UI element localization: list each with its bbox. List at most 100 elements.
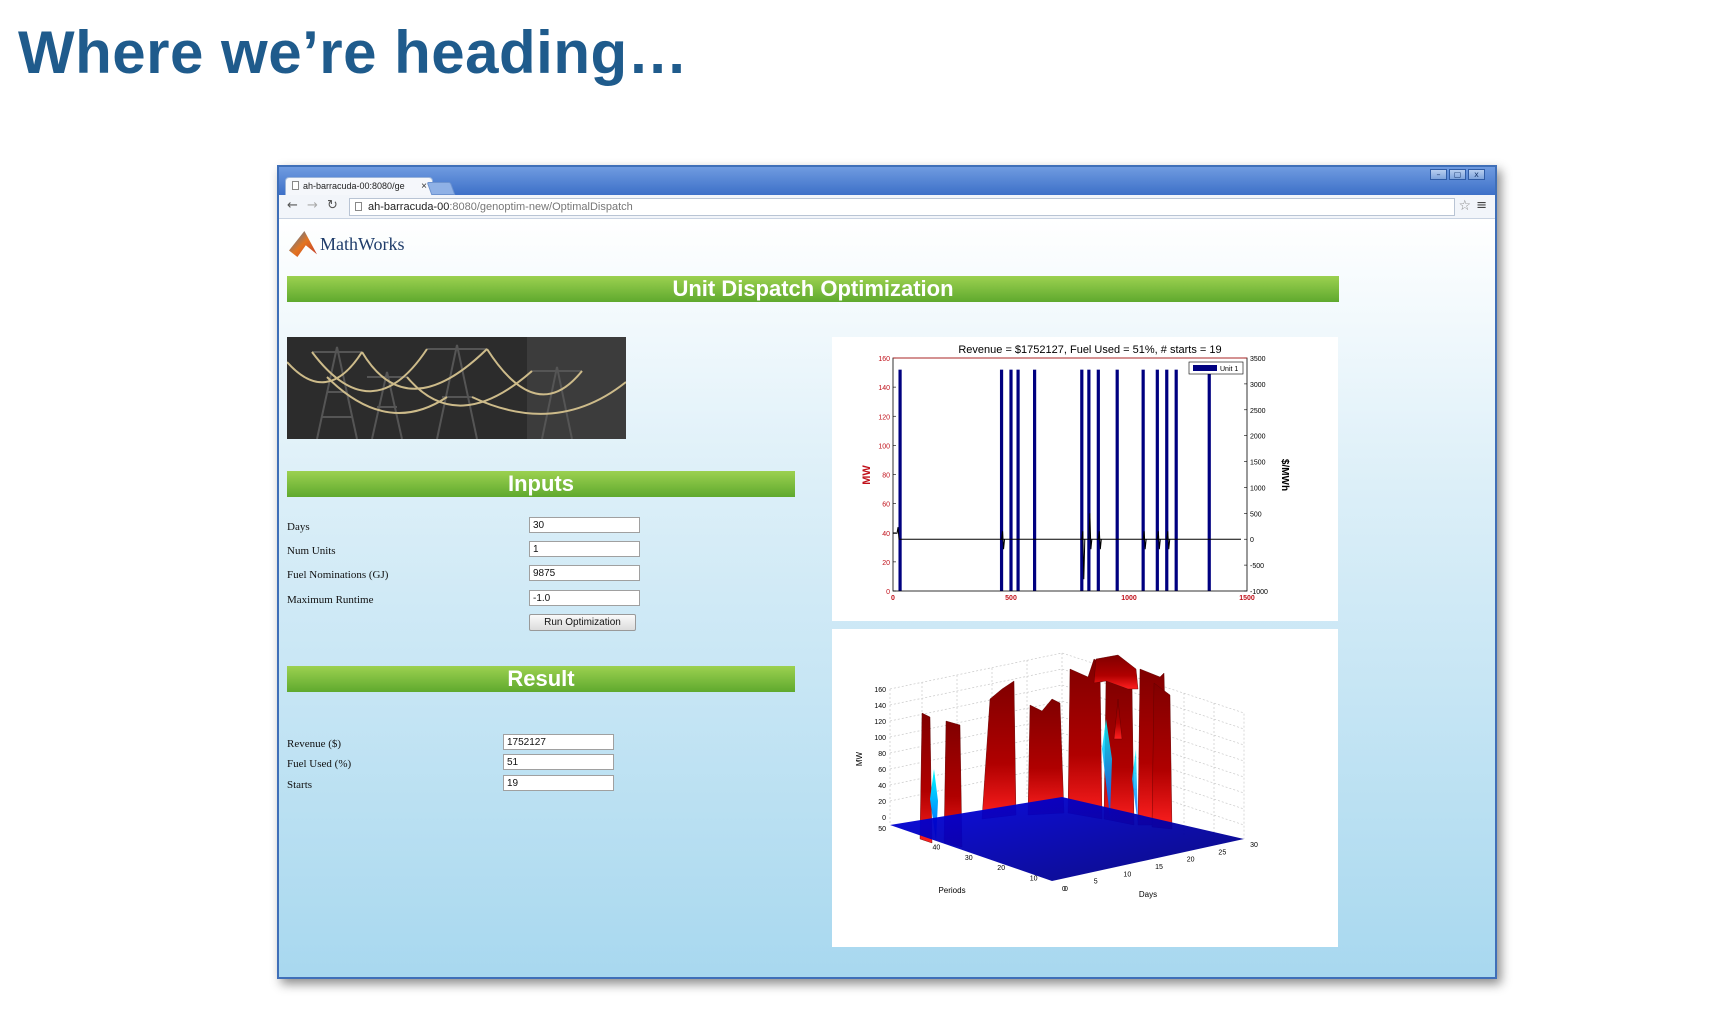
starts-label: Starts bbox=[287, 779, 313, 791]
forward-arrow-icon[interactable]: → bbox=[307, 198, 318, 213]
surface-wall bbox=[1151, 682, 1173, 830]
z-tick-label: 160 bbox=[874, 687, 886, 694]
y-tick-label: 30 bbox=[965, 855, 973, 862]
y-right-tick-label: 3500 bbox=[1250, 356, 1266, 363]
url-host: ah-barracuda-00 bbox=[368, 201, 450, 213]
num-units-label: Num Units bbox=[287, 545, 336, 557]
days-label: Days bbox=[287, 521, 310, 533]
z-tick-label: 120 bbox=[874, 719, 886, 726]
z-tick-label: 0 bbox=[882, 815, 886, 822]
power-lines-image bbox=[287, 337, 626, 439]
z-tick-label: 20 bbox=[878, 799, 886, 806]
surface-wall bbox=[1093, 654, 1139, 690]
dispatch-bar bbox=[1155, 369, 1159, 591]
y-tick-label: 20 bbox=[997, 865, 1005, 872]
maximum-runtime-label: Maximum Runtime bbox=[287, 594, 374, 606]
new-tab-button[interactable] bbox=[426, 182, 456, 195]
chart-title: Revenue = $1752127, Fuel Used = 51%, # s… bbox=[958, 344, 1221, 356]
close-window-button[interactable]: x bbox=[1468, 169, 1485, 180]
x-tick-label: 5 bbox=[1094, 879, 1098, 886]
x-tick-label: 1500 bbox=[1239, 595, 1255, 602]
maximum-runtime-input[interactable] bbox=[529, 590, 640, 606]
url-path: :8080/genoptim-new/OptimalDispatch bbox=[449, 201, 633, 213]
z-tick-label: 100 bbox=[874, 735, 886, 742]
plot-frame bbox=[892, 357, 1248, 592]
y-tick-label: 10 bbox=[1030, 876, 1038, 883]
fuel-nominations-input[interactable] bbox=[529, 565, 640, 581]
address-bar: ← → ↻ ah-barracuda-00:8080/genoptim-new/… bbox=[279, 195, 1495, 219]
power-lines-photo bbox=[287, 337, 626, 439]
url-input[interactable]: ah-barracuda-00:8080/genoptim-new/Optima… bbox=[349, 198, 1455, 216]
surface-chart-panel: 0 20 40 60 80 100 120 140 160 50 0 5 10 15 20 25 30 40 3… bbox=[832, 629, 1338, 947]
back-arrow-icon[interactable]: ← bbox=[287, 198, 298, 213]
num-units-input[interactable] bbox=[529, 541, 640, 557]
web-page: MathWorks Unit Dispatch Optimization Inp… bbox=[279, 219, 1495, 977]
membrane-logo-icon bbox=[289, 231, 317, 257]
y-tick-label: 100 bbox=[878, 443, 890, 450]
legend: Unit 1 bbox=[1188, 361, 1244, 375]
z-tick-label: 60 bbox=[878, 767, 886, 774]
x-tick-label: 10 bbox=[1123, 871, 1131, 878]
x-tick-label: 20 bbox=[1187, 857, 1195, 864]
tab-close-icon[interactable]: × bbox=[421, 178, 427, 195]
x-tick-label: 25 bbox=[1218, 849, 1226, 856]
legend-entry: Unit 1 bbox=[1220, 366, 1238, 373]
x-tick-label: 1000 bbox=[1121, 595, 1137, 602]
maximize-button[interactable]: ▢ bbox=[1449, 169, 1466, 180]
dispatch-bar bbox=[1174, 369, 1178, 591]
fuel-used-output[interactable] bbox=[503, 754, 614, 770]
fuel-nominations-label: Fuel Nominations (GJ) bbox=[287, 569, 389, 581]
surface-chart: 0 20 40 60 80 100 120 140 160 50 0 5 10 15 20 25 30 40 3… bbox=[855, 652, 1258, 899]
y-axis-label: MW bbox=[861, 465, 873, 485]
reload-icon[interactable]: ↻ bbox=[327, 198, 338, 213]
starts-output[interactable] bbox=[503, 775, 614, 791]
z-axis-label: MW bbox=[855, 751, 864, 766]
revenue-label: Revenue ($) bbox=[287, 738, 342, 750]
x-tick-label: 30 bbox=[1250, 842, 1258, 849]
dispatch-bar bbox=[1165, 369, 1169, 591]
y-tick-label: 80 bbox=[882, 473, 890, 480]
inputs-header: Inputs bbox=[287, 471, 795, 497]
dispatch-bar bbox=[898, 369, 902, 591]
result-header: Result bbox=[287, 666, 795, 692]
app-title-bar: Unit Dispatch Optimization bbox=[287, 276, 1339, 302]
run-optimization-button[interactable]: Run Optimization bbox=[529, 614, 636, 631]
browser-window: ah-barracuda-00:8080/ge × – ▢ x ← → ↻ ah… bbox=[277, 165, 1497, 979]
logo-text: MathWorks bbox=[320, 233, 405, 254]
dispatch-bar bbox=[1016, 369, 1020, 591]
y-tick-label: 120 bbox=[878, 414, 890, 421]
surface-floor bbox=[890, 797, 1244, 881]
legend-swatch bbox=[1193, 365, 1217, 371]
y-axis-label: Periods bbox=[938, 886, 965, 895]
y-tick-label: 0 bbox=[886, 589, 890, 596]
y-tick-label: 0 bbox=[1064, 886, 1068, 893]
bookmark-star-icon[interactable]: ☆ bbox=[1458, 198, 1471, 214]
y-tick-label: 140 bbox=[878, 385, 890, 392]
revenue-output[interactable] bbox=[503, 734, 614, 750]
y-tick-label: 160 bbox=[878, 356, 890, 363]
y-axis-right-label: $/MWh bbox=[1279, 459, 1290, 491]
price-line bbox=[893, 513, 1241, 580]
y-tick-label: 20 bbox=[882, 560, 890, 567]
y-tick-label-top: 50 bbox=[878, 826, 886, 833]
y-tick-label: 60 bbox=[882, 502, 890, 509]
dispatch-bar bbox=[1087, 369, 1091, 591]
x-tick-label: 500 bbox=[1005, 595, 1017, 602]
y-right-tick-label: 1500 bbox=[1250, 460, 1266, 467]
y-tick-label: 40 bbox=[882, 531, 890, 538]
surface-wall bbox=[981, 680, 1017, 820]
days-input[interactable] bbox=[529, 517, 640, 533]
dispatch-chart-panel: Revenue = $1752127, Fuel Used = 51%, # s… bbox=[832, 337, 1338, 621]
dispatch-bar bbox=[1009, 369, 1013, 591]
browser-tab[interactable]: ah-barracuda-00:8080/ge × bbox=[285, 177, 433, 195]
y-right-tick-label: 1000 bbox=[1250, 485, 1266, 492]
surface-wall bbox=[1067, 658, 1103, 820]
minimize-button[interactable]: – bbox=[1430, 169, 1447, 180]
window-controls: – ▢ x bbox=[1430, 169, 1485, 180]
slide-title: Where we’re heading… bbox=[18, 19, 689, 86]
y-right-tick-label: 500 bbox=[1250, 511, 1262, 518]
y-tick-label: 40 bbox=[933, 844, 941, 851]
menu-icon[interactable]: ≡ bbox=[1476, 198, 1487, 213]
y-right-tick-label: 0 bbox=[1250, 537, 1254, 544]
y-right-tick-label: 2500 bbox=[1250, 408, 1266, 415]
